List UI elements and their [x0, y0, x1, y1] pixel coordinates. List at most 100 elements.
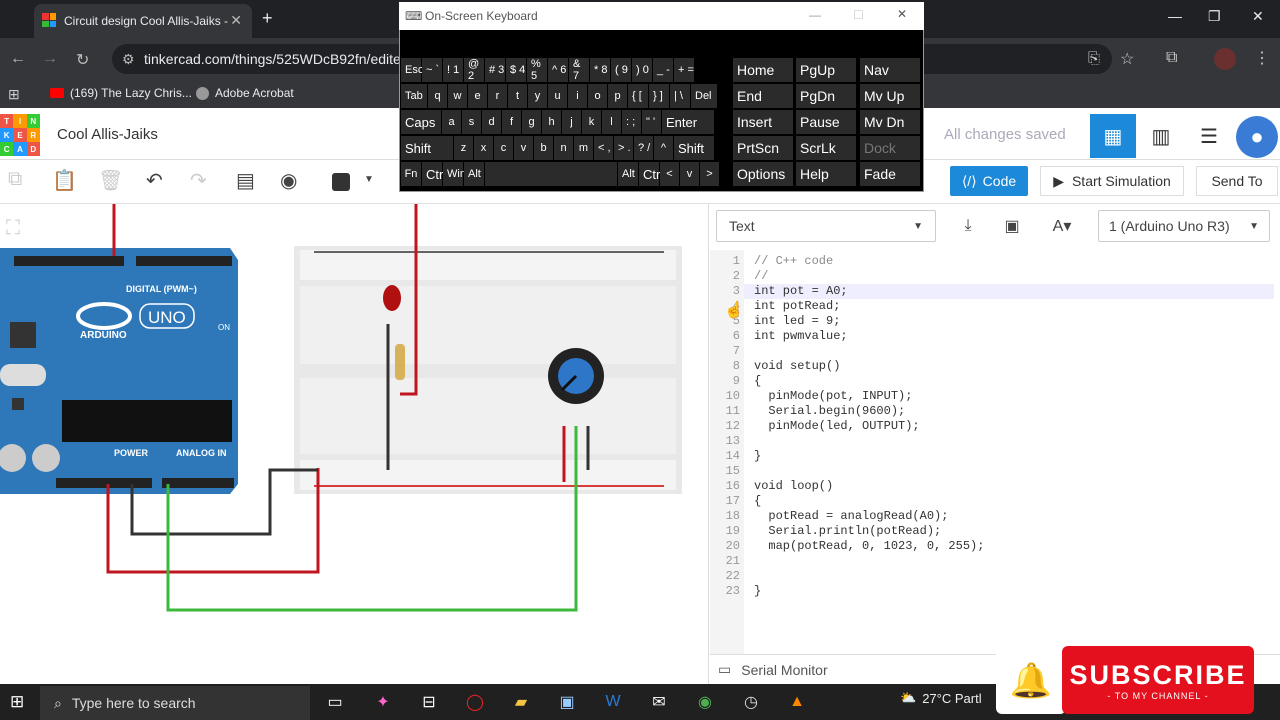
osk-key[interactable]: g — [522, 110, 541, 134]
osk-key[interactable]: q — [428, 84, 447, 108]
osk-key[interactable] — [485, 162, 617, 186]
osk-key[interactable]: < — [660, 162, 679, 186]
taskbar-search[interactable]: ⌕ Type here to search — [40, 686, 310, 720]
osk-key[interactable]: > . — [614, 136, 633, 160]
code-line[interactable]: } — [754, 584, 761, 598]
osk-key[interactable]: p — [608, 84, 627, 108]
user-avatar[interactable]: ● — [1236, 116, 1278, 158]
notes-visibility-icon[interactable]: ◉ — [280, 168, 297, 193]
osk-nav-key[interactable]: PrtScn — [733, 136, 793, 160]
fit-view-icon[interactable]: ⛶ — [5, 217, 21, 239]
osk-nav-key[interactable]: Dock — [860, 136, 920, 160]
store-icon[interactable]: ⊟ — [414, 690, 444, 714]
osk-key[interactable]: x — [474, 136, 493, 160]
code-line[interactable]: { — [754, 494, 761, 508]
undo-icon[interactable]: ↶ — [146, 168, 163, 193]
osk-key[interactable]: n — [554, 136, 573, 160]
install-icon[interactable]: ⎘ — [1088, 50, 1100, 67]
maximize-icon[interactable]: ☐ — [853, 8, 864, 22]
code-line[interactable]: void setup() — [754, 359, 840, 373]
osk-key[interactable]: ^ 6 — [548, 58, 568, 82]
reload-icon[interactable]: ↻ — [76, 50, 89, 70]
osk-key[interactable]: ( 9 — [611, 58, 631, 82]
osk-key[interactable]: % 5 — [527, 58, 547, 82]
clock-app-icon[interactable]: ◷ — [736, 690, 766, 714]
component-list-icon[interactable]: ☰ — [1186, 114, 1232, 158]
chrome-icon[interactable]: ◉ — [690, 690, 720, 714]
osk-key[interactable]: Enter — [662, 110, 714, 134]
osk-key[interactable]: $ 4 — [506, 58, 526, 82]
osk-key[interactable]: r — [488, 84, 507, 108]
osk-key[interactable]: m — [574, 136, 593, 160]
osk-key[interactable]: ~ ` — [422, 58, 442, 82]
osk-key[interactable]: Win — [443, 162, 466, 186]
osk-key[interactable]: Alt — [618, 162, 638, 186]
extensions-icon[interactable]: ⧉ — [1166, 49, 1177, 67]
osk-nav-key[interactable]: Home — [733, 58, 793, 82]
apps-icon[interactable]: ⊞ — [8, 86, 20, 103]
weather-widget[interactable]: ⛅ 27°C Partl — [900, 690, 982, 706]
osk-nav-key[interactable]: Insert — [733, 110, 793, 134]
code-line[interactable]: potRead = analogRead(A0); — [754, 509, 948, 523]
bookmark-acrobat[interactable]: Adobe Acrobat — [196, 86, 294, 100]
code-line[interactable]: int led = 9; — [754, 314, 840, 328]
osk-nav-key[interactable]: Help — [796, 162, 856, 186]
task-view-icon[interactable]: ▭ — [320, 690, 350, 714]
star-icon[interactable]: ☆ — [1120, 49, 1134, 69]
osk-key[interactable]: > — [700, 162, 719, 186]
osk-key[interactable]: Shift — [674, 136, 714, 160]
code-line[interactable]: int pot = A0; — [754, 284, 848, 298]
osk-nav-key[interactable]: PgDn — [796, 84, 856, 108]
osk-nav-key[interactable]: Mv Dn — [860, 110, 920, 134]
osk-nav-key[interactable]: PgUp — [796, 58, 856, 82]
osk-key[interactable]: e — [468, 84, 487, 108]
profile-avatar[interactable] — [1214, 48, 1236, 70]
code-line[interactable]: // C++ code — [754, 254, 833, 268]
osk-key[interactable]: ) 0 — [632, 58, 652, 82]
led[interactable] — [383, 285, 401, 311]
resistor[interactable] — [395, 344, 405, 380]
minimize-icon[interactable]: — — [809, 8, 821, 22]
osk-key[interactable]: o — [588, 84, 607, 108]
code-line[interactable]: int potRead; — [754, 299, 840, 313]
osk-key[interactable]: # 3 — [485, 58, 505, 82]
osk-key[interactable]: ? / — [634, 136, 653, 160]
chevron-down-icon[interactable]: ▼ — [364, 174, 374, 185]
code-line[interactable]: } — [754, 449, 761, 463]
osk-key[interactable]: f — [502, 110, 521, 134]
osk-key[interactable]: v — [514, 136, 533, 160]
osk-key[interactable]: Ctrl — [639, 162, 663, 186]
redo-icon[interactable]: ↷ — [190, 168, 207, 193]
copilot-icon[interactable]: ✦ — [368, 690, 398, 714]
code-button[interactable]: ⟨/⟩ Code — [950, 166, 1028, 196]
menu-icon[interactable]: ⋮ — [1254, 48, 1270, 68]
osk-key[interactable]: < , — [594, 136, 613, 160]
color-swatch-icon[interactable] — [332, 173, 350, 191]
osk-key[interactable]: w — [448, 84, 467, 108]
code-line[interactable]: // — [754, 269, 768, 283]
windows-start-icon[interactable]: ⊞ — [10, 692, 24, 712]
delete-icon[interactable]: 🗑 — [98, 168, 123, 193]
osk-key[interactable]: d — [482, 110, 501, 134]
osk-key[interactable]: @ 2 — [464, 58, 484, 82]
osk-key[interactable]: Shift — [401, 136, 453, 160]
library-icon[interactable]: ▣ — [994, 210, 1030, 242]
code-line[interactable]: Serial.begin(9600); — [754, 404, 905, 418]
osk-nav-key[interactable]: Pause — [796, 110, 856, 134]
osk-key[interactable]: l — [602, 110, 621, 134]
code-line[interactable]: map(potRead, 0, 1023, 0, 255); — [754, 539, 984, 553]
close-window-icon[interactable]: ✕ — [1252, 8, 1264, 25]
osk-key[interactable]: Esc — [401, 58, 423, 82]
close-icon[interactable]: ✕ — [897, 7, 907, 21]
osk-key[interactable]: | \ — [670, 84, 690, 108]
code-line[interactable]: pinMode(led, OUTPUT); — [754, 419, 919, 433]
osk-nav-key[interactable]: ScrLk — [796, 136, 856, 160]
code-line[interactable]: Serial.println(potRead); — [754, 524, 941, 538]
osk-key[interactable]: Ctrl — [422, 162, 446, 186]
close-tab-icon[interactable]: ✕ — [230, 12, 242, 29]
code-line[interactable]: int pwmvalue; — [754, 329, 848, 343]
osk-key[interactable]: h — [542, 110, 561, 134]
osk-key[interactable]: t — [508, 84, 527, 108]
osk-nav-key[interactable]: Nav — [860, 58, 920, 82]
osk-key[interactable]: + = — [674, 58, 694, 82]
